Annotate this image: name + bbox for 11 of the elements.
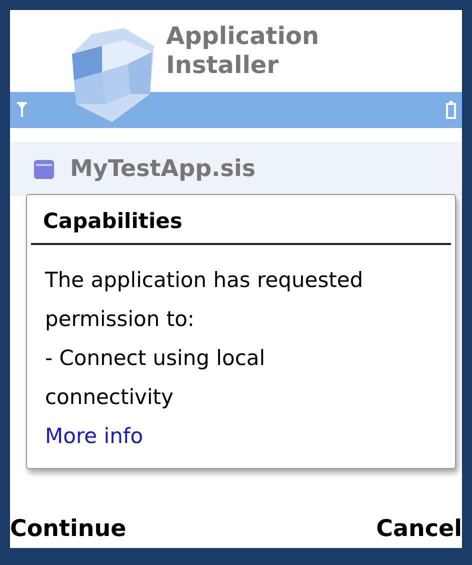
battery-icon [446, 101, 456, 119]
message-text: The application has requested permission to: [45, 267, 364, 333]
softkey[interactable]: Continue [10, 516, 126, 542]
dialog-title: Capabilities [31, 195, 451, 245]
file-icon [32, 157, 56, 181]
message-text: - Connect using local connectivity [45, 345, 266, 411]
signal-icon [16, 102, 28, 118]
app-title: Application Installer [166, 22, 320, 80]
softkey[interactable]: Cancel [376, 516, 462, 542]
more-info-link[interactable]: More info [45, 417, 144, 456]
list-item[interactable]: MyTestApp.sis [10, 142, 462, 196]
